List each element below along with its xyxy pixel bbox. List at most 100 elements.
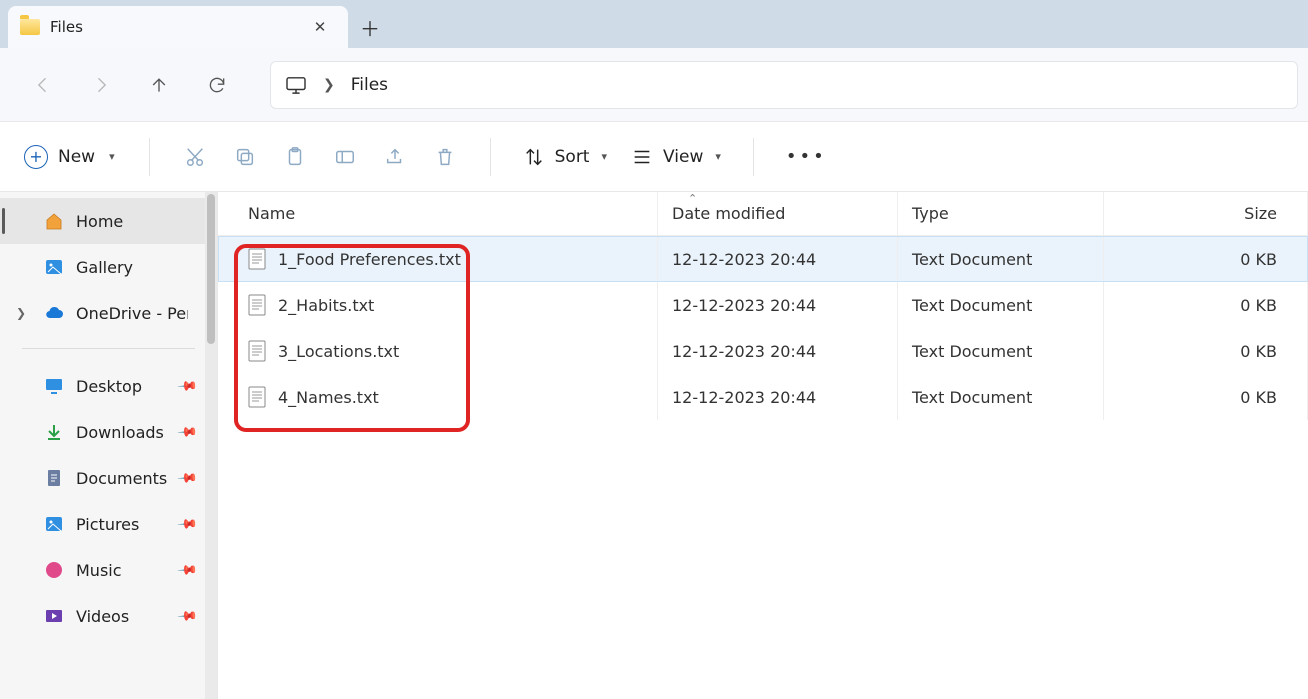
scrollbar-thumb[interactable] [207,194,215,344]
sidebar-label: Gallery [76,258,133,277]
music-icon [44,560,64,580]
file-type: Text Document [912,388,1032,407]
file-row[interactable]: 2_Habits.txt 12-12-2023 20:44 Text Docum… [218,282,1308,328]
file-name: 3_Locations.txt [278,342,399,361]
this-pc-icon [285,76,307,94]
delete-button[interactable] [422,137,468,177]
more-button[interactable]: ••• [776,146,837,167]
copy-button[interactable] [222,137,268,177]
chevron-right-icon[interactable]: ❯ [323,77,335,93]
pin-icon: 📌 [176,467,198,489]
text-file-icon [248,386,266,408]
back-button[interactable] [18,60,68,110]
separator [753,138,754,176]
file-type: Text Document [912,342,1032,361]
sidebar-scrollbar[interactable] [205,192,217,699]
sidebar-item-downloads[interactable]: Downloads 📌 [0,409,217,455]
tab-title: Files [50,18,296,36]
documents-icon [44,468,64,488]
file-date: 12-12-2023 20:44 [672,342,816,361]
main-area: Home Gallery ❯ OneDrive - Perso Desktop … [0,192,1308,699]
file-row[interactable]: 4_Names.txt 12-12-2023 20:44 Text Docume… [218,374,1308,420]
address-bar[interactable]: ❯ Files [270,61,1298,109]
new-button[interactable]: + New ▾ [20,137,127,177]
forward-button[interactable] [76,60,126,110]
text-file-icon [248,340,266,362]
sidebar: Home Gallery ❯ OneDrive - Perso Desktop … [0,192,218,699]
file-date: 12-12-2023 20:44 [672,388,816,407]
breadcrumb-current[interactable]: Files [351,75,388,95]
refresh-button[interactable] [192,60,242,110]
tab-strip: Files ✕ ＋ [0,0,1308,48]
file-row[interactable]: 1_Food Preferences.txt 12-12-2023 20:44 … [218,236,1308,282]
download-icon [44,422,64,442]
pictures-icon [44,514,64,534]
sort-button[interactable]: Sort ▾ [513,137,617,177]
sidebar-item-home[interactable]: Home [0,198,217,244]
sidebar-label: Downloads [76,423,164,442]
new-tab-button[interactable]: ＋ [348,6,392,48]
close-tab-button[interactable]: ✕ [306,13,334,41]
toolbar: + New ▾ Sort ▾ View ▾ ••• [0,122,1308,192]
col-name[interactable]: Name [218,192,658,235]
text-file-icon [248,248,266,270]
separator [22,348,195,349]
sort-label: Sort [555,147,590,167]
file-type: Text Document [912,296,1032,315]
column-headers: Name Date modified Type Size [218,192,1308,236]
separator [490,138,491,176]
pin-icon: 📌 [176,421,198,443]
share-button[interactable] [372,137,418,177]
plus-circle-icon: + [24,145,48,169]
paste-button[interactable] [272,137,318,177]
file-row[interactable]: 3_Locations.txt 12-12-2023 20:44 Text Do… [218,328,1308,374]
file-pane: ⌃ Name Date modified Type Size 1_Food Pr… [218,192,1308,699]
tab-files[interactable]: Files ✕ [8,6,348,48]
sidebar-item-gallery[interactable]: Gallery [0,244,217,290]
sidebar-item-pictures[interactable]: Pictures 📌 [0,501,217,547]
chevron-down-icon: ▾ [715,150,721,163]
text-file-icon [248,294,266,316]
new-label: New [58,147,95,167]
chevron-right-icon[interactable]: ❯ [16,306,26,320]
file-date: 12-12-2023 20:44 [672,250,816,269]
view-label: View [663,147,703,167]
sidebar-item-music[interactable]: Music 📌 [0,547,217,593]
file-date: 12-12-2023 20:44 [672,296,816,315]
file-size: 0 KB [1240,296,1277,315]
sidebar-item-onedrive[interactable]: ❯ OneDrive - Perso [0,290,217,336]
chevron-down-icon: ▾ [109,150,115,163]
col-type[interactable]: Type [898,192,1104,235]
sidebar-label: Videos [76,607,129,626]
file-size: 0 KB [1240,250,1277,269]
pin-icon: 📌 [176,375,198,397]
home-icon [44,211,64,231]
folder-icon [20,19,40,35]
file-size: 0 KB [1240,342,1277,361]
desktop-icon [44,376,64,396]
sidebar-item-documents[interactable]: Documents 📌 [0,455,217,501]
file-rows: 1_Food Preferences.txt 12-12-2023 20:44 … [218,236,1308,420]
file-name: 1_Food Preferences.txt [278,250,461,269]
gallery-icon [44,257,64,277]
sidebar-item-desktop[interactable]: Desktop 📌 [0,363,217,409]
sort-icon [523,146,545,168]
sidebar-label: Music [76,561,122,580]
separator [149,138,150,176]
col-size[interactable]: Size [1104,192,1308,235]
sidebar-label: Documents [76,469,167,488]
pin-icon: 📌 [176,605,198,627]
file-size: 0 KB [1240,388,1277,407]
view-icon [631,146,653,168]
chevron-down-icon: ▾ [601,150,607,163]
sidebar-label: Pictures [76,515,139,534]
file-type: Text Document [912,250,1032,269]
nav-row: ❯ Files [0,48,1308,122]
up-button[interactable] [134,60,184,110]
cut-button[interactable] [172,137,218,177]
file-name: 4_Names.txt [278,388,379,407]
cloud-icon [44,303,64,323]
rename-button[interactable] [322,137,368,177]
sidebar-item-videos[interactable]: Videos 📌 [0,593,217,639]
view-button[interactable]: View ▾ [621,137,731,177]
